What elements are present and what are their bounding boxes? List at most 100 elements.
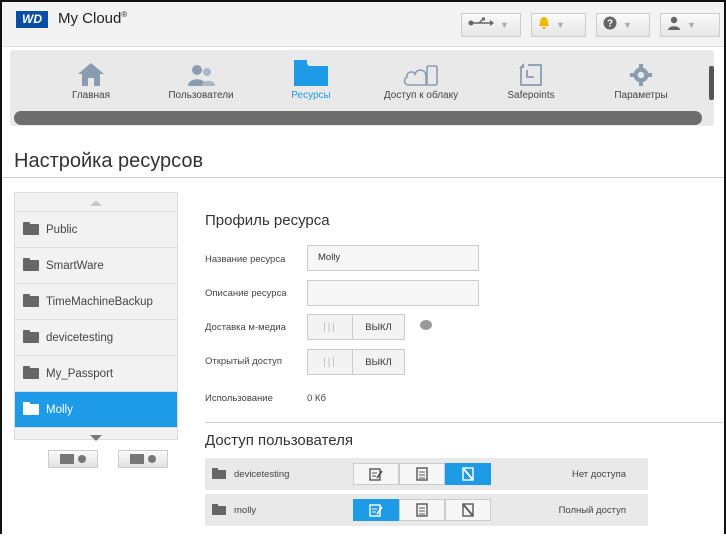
trademark: ® <box>121 10 128 19</box>
profile-heading: Профиль ресурса <box>205 212 330 229</box>
access-row-devicetesting: devicetesting Нет доступа <box>205 458 648 490</box>
folder-icon <box>23 222 39 235</box>
folder-icon <box>130 454 144 464</box>
nav-scrollbar[interactable] <box>14 111 702 125</box>
nav-label-settings: Параметры <box>614 90 668 101</box>
page-title: Настройка ресурсов <box>14 150 204 172</box>
share-name-label: Название ресурса <box>205 254 286 265</box>
chevron-down-icon: ▼ <box>623 20 632 30</box>
help-icon: ? <box>603 16 617 35</box>
user-access-heading: Доступ пользователя <box>205 432 353 449</box>
chevron-down-icon: ▼ <box>500 20 509 30</box>
folder-icon <box>256 56 366 86</box>
folder-icon <box>212 503 226 515</box>
share-item-smartware[interactable]: SmartWare <box>15 247 177 283</box>
share-description-label: Описание ресурса <box>205 288 287 299</box>
share-label: Molly <box>46 403 73 416</box>
share-name-field[interactable]: Molly <box>307 245 479 271</box>
nav-item-home[interactable]: Главная <box>36 56 146 101</box>
toggle-state: ВЫКЛ <box>365 356 392 368</box>
share-item-public[interactable]: Public <box>15 211 177 247</box>
usage-label: Использование <box>205 393 273 404</box>
share-label: Public <box>46 223 78 236</box>
nav-item-shares[interactable]: Ресурсы <box>256 56 366 101</box>
folder-icon <box>212 467 226 479</box>
chevron-up-icon <box>90 193 102 211</box>
media-serving-label: Доставка м-медиа <box>205 322 286 333</box>
permission-group <box>353 499 491 521</box>
nav-item-cloud-access[interactable]: Доступ к облаку <box>366 56 476 101</box>
app-window: WD My Cloud® ▼ ▼ ? ▼ ▼ Главная Пользоват… <box>0 0 726 534</box>
public-access-toggle[interactable]: ||| ВЫКЛ <box>307 349 405 375</box>
toggle-grip: ||| <box>308 315 353 339</box>
chevron-down-icon: ▼ <box>687 20 696 30</box>
share-item-timemachinebackup[interactable]: TimeMachineBackup <box>15 283 177 319</box>
usage-value: 0 Кб <box>307 393 326 404</box>
scroll-down-button[interactable] <box>15 427 177 446</box>
add-share-button[interactable] <box>48 450 98 468</box>
remove-share-button[interactable] <box>118 450 168 468</box>
nav-item-settings[interactable]: Параметры <box>586 56 696 101</box>
access-status: Нет доступа <box>571 468 626 480</box>
folder-icon <box>23 402 39 415</box>
deny-access-button[interactable] <box>445 463 491 485</box>
share-label: devicetesting <box>46 331 114 344</box>
share-list: Public SmartWare TimeMachineBackup devic… <box>14 192 178 441</box>
share-item-devicetesting[interactable]: devicetesting <box>15 319 177 355</box>
share-item-molly[interactable]: Molly <box>15 391 177 427</box>
top-bar: WD My Cloud® ▼ ▼ ? ▼ ▼ <box>2 2 724 47</box>
nav-vertical-scrollbar[interactable] <box>709 66 714 100</box>
nav-label-home: Главная <box>71 90 111 101</box>
permission-group <box>353 463 491 485</box>
safepoints-icon <box>476 56 586 86</box>
nav-label-users: Пользователи <box>168 90 234 101</box>
user-icon <box>667 16 681 35</box>
add-icon <box>78 455 86 463</box>
share-label: SmartWare <box>46 259 104 272</box>
info-icon[interactable] <box>420 320 432 330</box>
gear-icon <box>586 56 696 86</box>
read-only-button[interactable] <box>399 463 445 485</box>
deny-access-icon <box>462 467 474 481</box>
read-write-button[interactable] <box>353 499 399 521</box>
folder-icon <box>23 258 39 271</box>
share-item-my-passport[interactable]: My_Passport <box>15 355 177 391</box>
deny-access-button[interactable] <box>445 499 491 521</box>
alerts-menu-button[interactable]: ▼ <box>531 13 586 37</box>
help-menu-button[interactable]: ? ▼ <box>596 13 650 37</box>
folder-icon <box>23 366 39 379</box>
read-only-icon <box>416 503 428 517</box>
app-title: My Cloud® <box>58 10 127 27</box>
divider <box>205 422 723 423</box>
share-description-field[interactable] <box>307 280 479 306</box>
nav-label-shares: Ресурсы <box>291 90 331 101</box>
toggle-grip: ||| <box>308 350 353 374</box>
toggle-state: ВЫКЛ <box>365 321 392 333</box>
users-icon <box>146 56 256 86</box>
deny-access-icon <box>462 503 474 517</box>
folder-icon <box>60 454 74 464</box>
home-icon <box>36 56 146 86</box>
nav-item-safepoints[interactable]: Safepoints <box>476 56 586 101</box>
remove-icon <box>148 455 156 463</box>
divider <box>2 177 724 178</box>
wd-logo: WD <box>16 11 48 28</box>
chevron-down-icon <box>90 428 102 446</box>
media-serving-toggle[interactable]: ||| ВЫКЛ <box>307 314 405 340</box>
read-write-icon <box>369 504 383 517</box>
nav-item-users[interactable]: Пользователи <box>146 56 256 101</box>
folder-icon <box>23 294 39 307</box>
read-only-icon <box>416 467 428 481</box>
read-write-button[interactable] <box>353 463 399 485</box>
scroll-up-button[interactable] <box>15 193 177 211</box>
usb-menu-button[interactable]: ▼ <box>461 13 521 37</box>
user-menu-button[interactable]: ▼ <box>660 13 720 37</box>
read-write-icon <box>369 468 383 481</box>
nav-label-cloud-access: Доступ к облаку <box>383 90 459 101</box>
read-only-button[interactable] <box>399 499 445 521</box>
access-status: Полный доступ <box>558 504 626 516</box>
share-label: My_Passport <box>46 367 114 380</box>
main-nav: Главная Пользователи Ресурсы Доступ к об… <box>10 50 714 126</box>
app-name-text: My Cloud <box>58 10 122 27</box>
nav-label-safepoints: Safepoints <box>507 90 555 101</box>
